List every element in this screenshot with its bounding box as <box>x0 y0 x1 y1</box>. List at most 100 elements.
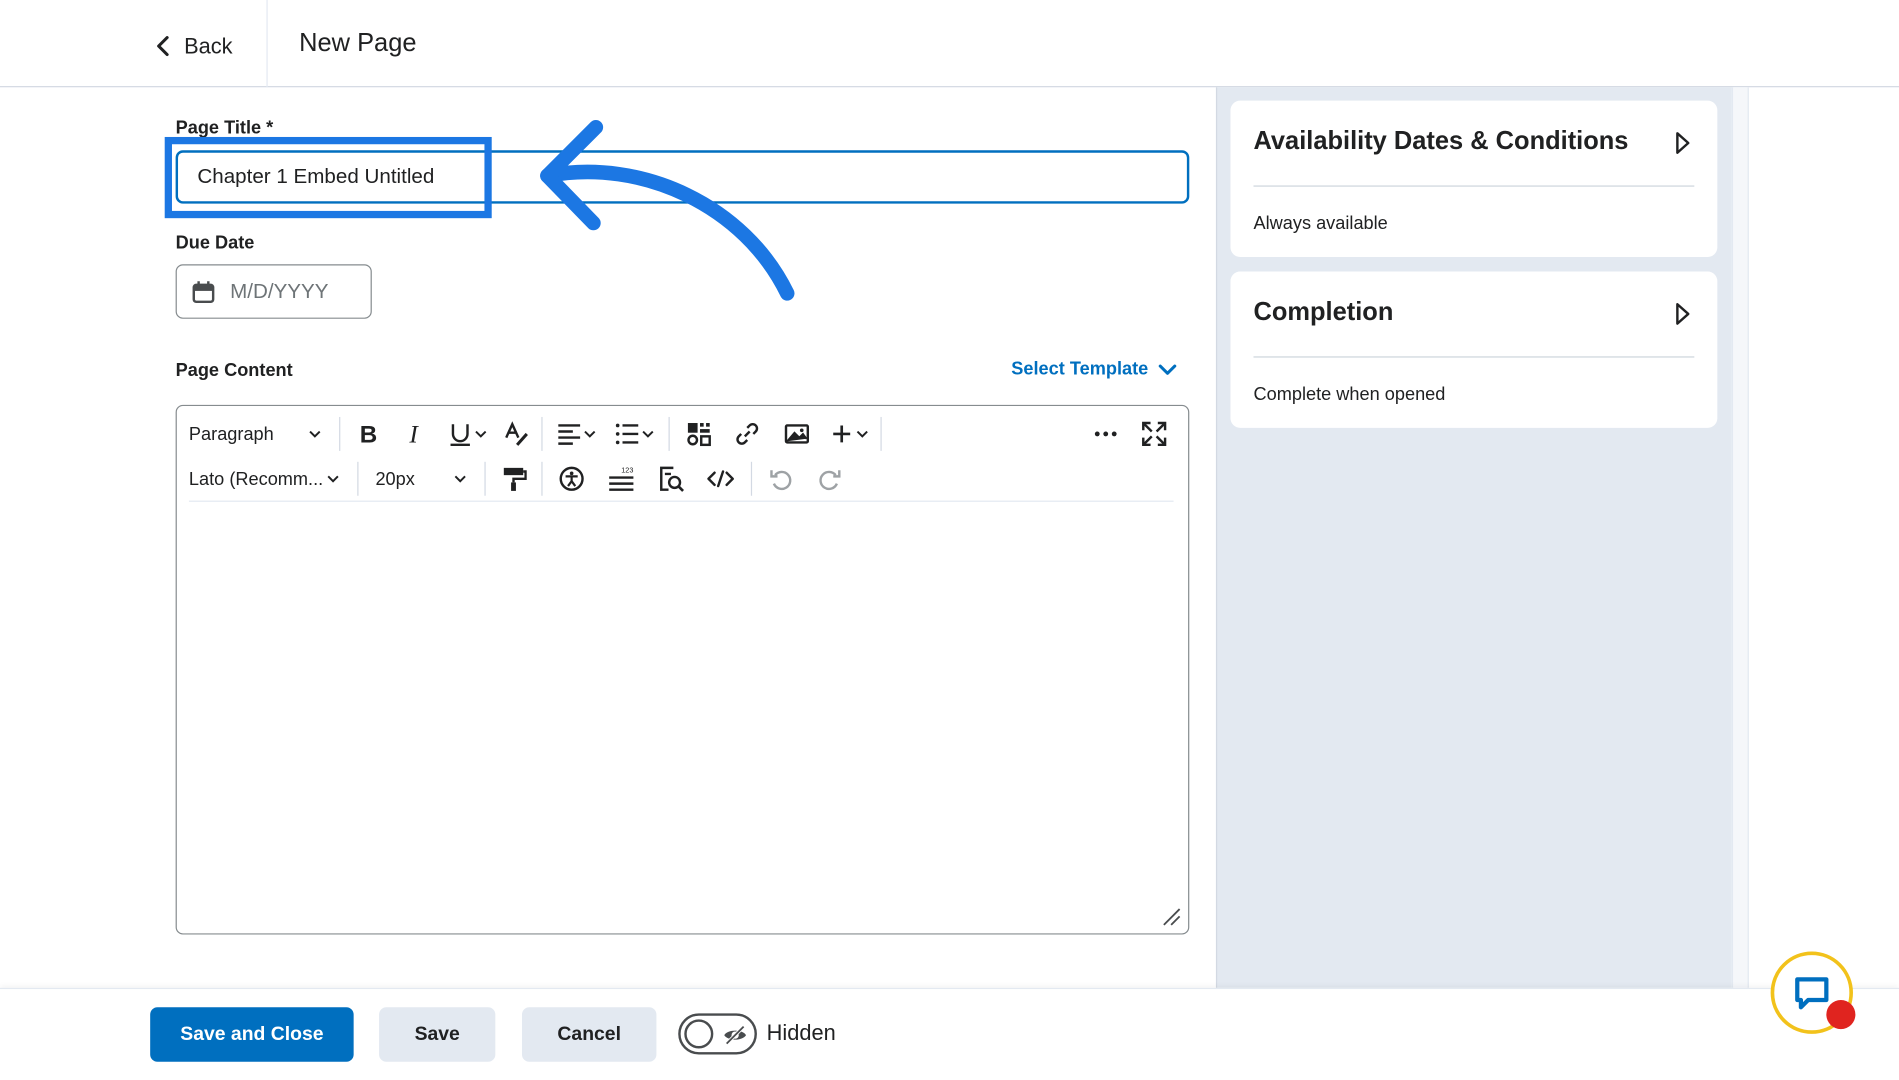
insert-link-button[interactable] <box>723 412 771 456</box>
format-painter-icon <box>503 467 527 491</box>
font-family-value: Lato (Recomm... <box>188 468 324 490</box>
calendar-icon <box>192 280 215 303</box>
more-icon <box>1094 431 1117 437</box>
chevron-down-icon <box>856 430 868 438</box>
completion-title: Completion <box>1253 298 1394 327</box>
insert-stuff-icon <box>687 423 711 447</box>
link-icon <box>736 423 759 445</box>
availability-title: Availability Dates & Conditions <box>1253 127 1629 156</box>
align-icon <box>558 424 581 445</box>
select-template-label: Select Template <box>1011 358 1149 380</box>
toolbar-divider <box>188 500 1174 502</box>
rich-text-editor[interactable]: Paragraph B I Lato (Recomm... 20px 123 <box>175 404 1190 935</box>
card-divider <box>1253 356 1695 358</box>
toolbar-separator <box>668 416 670 451</box>
list-button[interactable] <box>606 412 664 456</box>
top-header: Back New Page <box>0 0 1899 88</box>
font-size-value: 20px <box>375 468 415 490</box>
chevron-down-icon <box>475 430 487 438</box>
resize-handle-icon[interactable] <box>1161 907 1181 926</box>
toolbar-separator <box>750 461 753 496</box>
due-date-label: Due Date <box>175 232 255 254</box>
insert-stuff-button[interactable] <box>675 412 723 456</box>
fullscreen-icon <box>1142 421 1167 447</box>
insert-more-button[interactable] <box>822 412 875 456</box>
toolbar-separator <box>339 416 341 451</box>
editor-toolbar-row-1: Paragraph B I <box>177 412 1188 456</box>
chevron-down-icon <box>642 430 654 438</box>
select-template-button[interactable]: Select Template <box>1011 358 1177 380</box>
completion-card[interactable]: Completion Complete when opened <box>1230 271 1718 428</box>
bold-button[interactable]: B <box>345 412 391 456</box>
svg-text:I: I <box>408 421 419 448</box>
chevron-right-icon[interactable] <box>1674 302 1691 326</box>
cancel-button[interactable]: Cancel <box>521 1007 657 1062</box>
card-divider <box>1253 185 1695 187</box>
chat-icon <box>1795 977 1829 1010</box>
block-format-value: Paragraph <box>188 423 274 445</box>
source-code-icon <box>707 470 734 488</box>
fullscreen-button[interactable] <box>1130 412 1178 456</box>
availability-summary: Always available <box>1253 213 1388 234</box>
due-date-input[interactable]: M/D/YYYY <box>175 264 372 319</box>
bold-icon: B <box>360 421 377 447</box>
word-count-button[interactable]: 123 <box>596 457 647 501</box>
block-format-dropdown[interactable]: Paragraph <box>177 412 334 456</box>
visibility-toggle[interactable] <box>678 1013 757 1055</box>
italic-icon: I <box>408 421 419 448</box>
toolbar-separator <box>541 461 543 496</box>
italic-button[interactable]: I <box>391 412 439 456</box>
save-and-close-button[interactable]: Save and Close <box>150 1007 354 1062</box>
source-code-button[interactable] <box>695 457 746 501</box>
undo-icon <box>770 470 792 491</box>
svg-text:123: 123 <box>621 466 633 475</box>
font-size-dropdown[interactable]: 20px <box>363 457 479 501</box>
annotation-arrow-icon <box>540 119 795 301</box>
preview-icon <box>660 466 685 492</box>
format-painter-button[interactable] <box>490 457 536 501</box>
due-date-placeholder: M/D/YYYY <box>230 279 329 303</box>
notification-dot <box>1826 999 1856 1030</box>
header-divider <box>266 0 268 88</box>
page-title-value: Chapter 1 Embed Untitled <box>197 164 435 188</box>
text-color-icon <box>505 421 528 446</box>
completion-summary: Complete when opened <box>1253 384 1446 405</box>
back-button[interactable]: Back <box>155 24 233 68</box>
chevron-down-icon <box>327 475 339 483</box>
word-count-icon: 123 <box>609 466 634 491</box>
page-title-label: Page Title * <box>175 117 274 139</box>
preview-button[interactable] <box>647 457 695 501</box>
toggle-knob <box>684 1019 714 1049</box>
chevron-down-icon <box>454 475 466 483</box>
chevron-down-icon <box>309 430 321 438</box>
list-icon <box>615 423 639 445</box>
page-title-input[interactable]: Chapter 1 Embed Untitled <box>175 150 1190 204</box>
availability-card[interactable]: Availability Dates & Conditions Always a… <box>1230 100 1718 257</box>
save-button[interactable]: Save <box>379 1007 496 1062</box>
editor-toolbar-row-2: Lato (Recomm... 20px 123 <box>177 457 854 501</box>
accessibility-checker-button[interactable] <box>547 457 595 501</box>
chevron-left-icon <box>157 36 169 57</box>
toolbar-separator <box>880 416 882 451</box>
chevron-down-icon <box>584 430 596 438</box>
text-color-button[interactable] <box>495 412 536 456</box>
underline-icon <box>450 424 470 447</box>
panel-scrollbar[interactable] <box>1731 87 1749 991</box>
visibility-label: Hidden <box>766 1020 836 1045</box>
page-title: New Page <box>299 29 417 57</box>
undo-button[interactable] <box>757 457 805 501</box>
toolbar-separator <box>484 461 486 496</box>
underline-button[interactable] <box>440 412 496 456</box>
alignment-button[interactable] <box>547 412 605 456</box>
font-family-dropdown[interactable]: Lato (Recomm... <box>177 457 353 501</box>
redo-button[interactable] <box>805 457 853 501</box>
plus-icon <box>833 425 851 443</box>
svg-text:B: B <box>360 421 377 447</box>
chevron-right-icon[interactable] <box>1674 131 1691 155</box>
chevron-down-icon <box>1158 363 1177 375</box>
accessibility-icon <box>559 466 584 491</box>
insert-image-button[interactable] <box>771 412 822 456</box>
toolbar-separator <box>357 461 359 496</box>
more-options-button[interactable] <box>1082 412 1130 456</box>
back-label: Back <box>184 33 233 58</box>
